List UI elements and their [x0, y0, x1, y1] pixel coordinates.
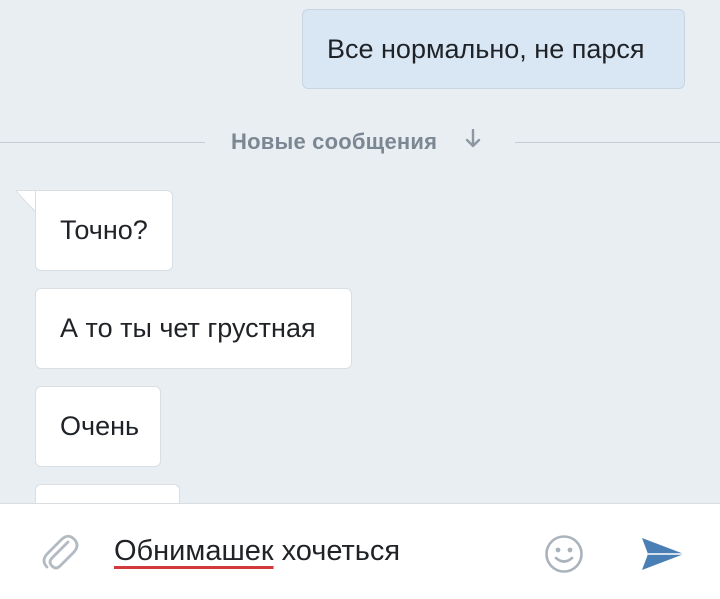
- message-text: Точно?: [60, 215, 148, 245]
- new-messages-divider: Новые сообщения: [0, 128, 720, 156]
- divider-line-right: [515, 141, 720, 143]
- incoming-message[interactable]: [35, 484, 180, 503]
- message-history: Все нормально, не парся Новые сообщения …: [0, 0, 720, 503]
- message-composer: Обнимашек хочеться: [0, 503, 720, 599]
- input-text-rest: хочеться: [273, 535, 401, 567]
- message-text: Очень: [60, 411, 140, 441]
- incoming-message[interactable]: А то ты чет грустная: [35, 288, 352, 369]
- arrow-down-icon: [465, 128, 481, 155]
- new-messages-label: Новые сообщения: [231, 129, 438, 154]
- incoming-message[interactable]: Точно?: [35, 190, 173, 271]
- message-input[interactable]: Обнимашек хочеться: [114, 535, 400, 568]
- misspelled-word: Обнимашек: [114, 535, 274, 567]
- smiley-icon[interactable]: [544, 534, 584, 574]
- divider-line-left: [0, 141, 205, 143]
- outgoing-message[interactable]: Все нормально, не парся: [302, 9, 685, 89]
- bubble-tail: [15, 190, 36, 212]
- message-text: Все нормально, не парся: [327, 33, 645, 64]
- paperclip-icon[interactable]: [38, 530, 80, 572]
- send-arrow-icon[interactable]: [640, 534, 686, 574]
- incoming-message[interactable]: Очень: [35, 386, 161, 467]
- message-text: А то ты чет грустная: [60, 313, 316, 343]
